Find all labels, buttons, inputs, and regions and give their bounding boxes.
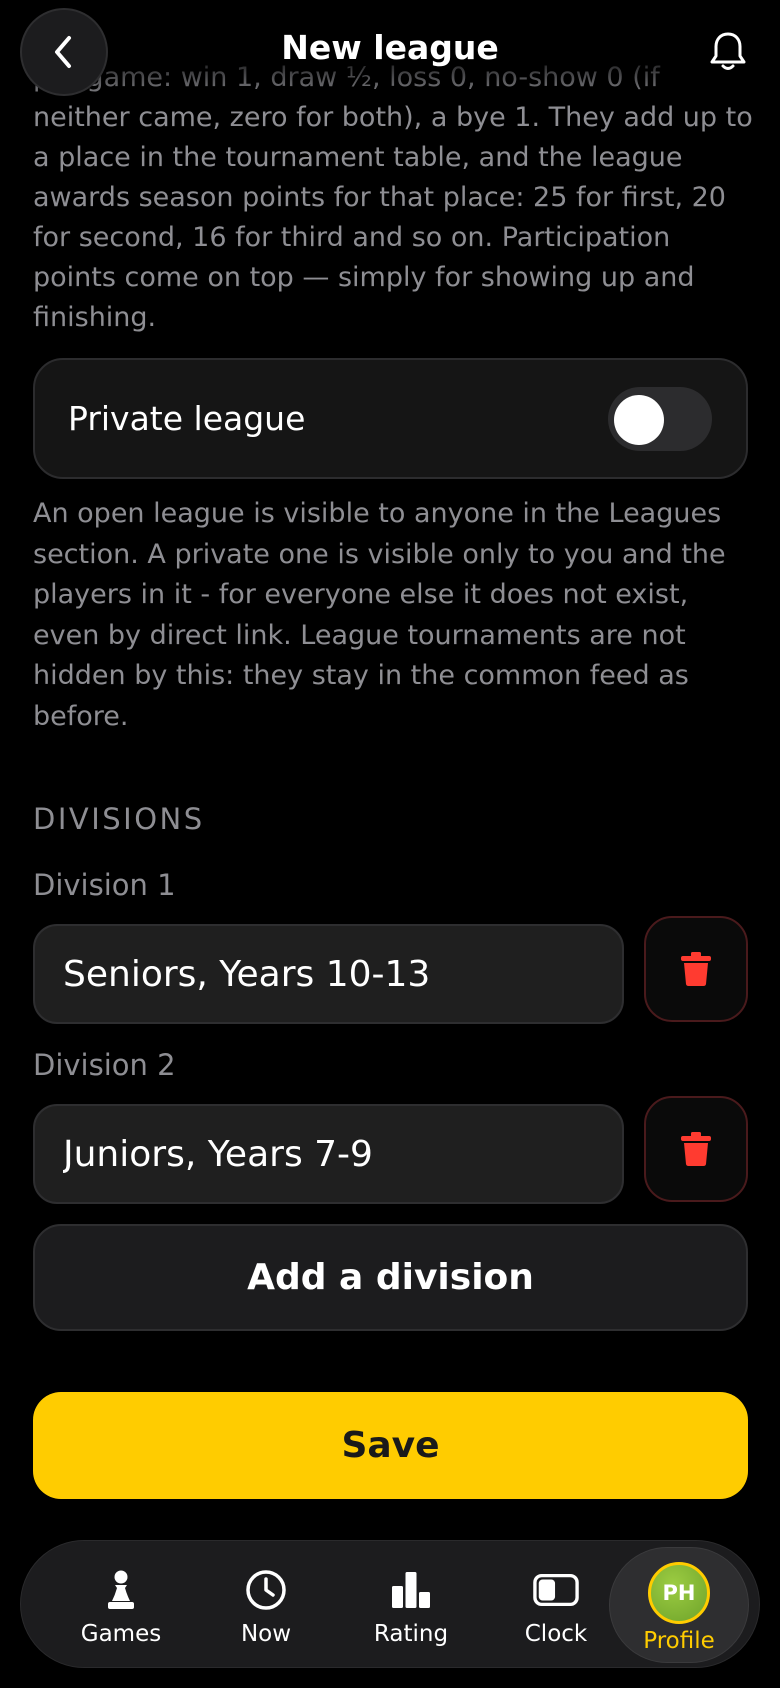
top-bar: New league	[0, 0, 780, 100]
division-1-input[interactable]	[33, 924, 624, 1024]
trash-icon	[681, 952, 711, 986]
tab-rating[interactable]: Rating	[341, 1541, 481, 1669]
divisions-section-title: DIVISIONS	[33, 802, 205, 836]
visibility-description: An open league is visible to anyone in t…	[33, 498, 726, 732]
tab-now-label: Now	[240, 1621, 292, 1647]
notifications-button[interactable]	[702, 26, 754, 78]
bar-chart-icon	[388, 1567, 434, 1613]
add-division-button[interactable]: Add a division	[33, 1224, 748, 1331]
new-league-screen: per game: win 1, draw ½, loss 0, no-show…	[0, 0, 780, 1688]
trash-icon	[681, 1132, 711, 1166]
private-league-row[interactable]: Private league	[33, 358, 748, 479]
private-league-label: Private league	[68, 399, 306, 438]
division-1-label: Division 1	[33, 868, 176, 902]
tab-profile[interactable]: PH Profile	[609, 1547, 749, 1663]
clock-icon	[243, 1567, 289, 1613]
page-title: New league	[281, 28, 499, 67]
avatar-initials: PH	[662, 1581, 696, 1605]
private-league-toggle[interactable]	[608, 386, 712, 451]
division-2-input[interactable]	[33, 1104, 624, 1204]
bottom-tab-bar: Games Now Rating Clock PH Profile	[20, 1540, 760, 1668]
toggle-knob	[614, 394, 664, 445]
delete-division-1-button[interactable]	[644, 916, 748, 1022]
tab-games[interactable]: Games	[51, 1541, 191, 1669]
save-button[interactable]: Save	[33, 1392, 748, 1499]
tab-clock-label: Clock	[524, 1621, 588, 1647]
tab-clock[interactable]: Clock	[486, 1541, 626, 1669]
delete-division-2-button[interactable]	[644, 1096, 748, 1202]
tab-now[interactable]: Now	[196, 1541, 336, 1669]
scoring-description: per game: win 1, draw ½, loss 0, no-show…	[33, 62, 753, 333]
pawn-icon	[98, 1567, 144, 1613]
scroll-content[interactable]: per game: win 1, draw ½, loss 0, no-show…	[0, 0, 780, 1688]
tab-profile-label: Profile	[643, 1628, 715, 1654]
bell-icon	[710, 32, 746, 70]
avatar: PH	[648, 1562, 710, 1624]
chess-clock-icon	[533, 1567, 579, 1613]
division-2-label: Division 2	[33, 1048, 176, 1082]
tab-rating-label: Rating	[373, 1621, 449, 1647]
tab-games-label: Games	[80, 1621, 162, 1647]
